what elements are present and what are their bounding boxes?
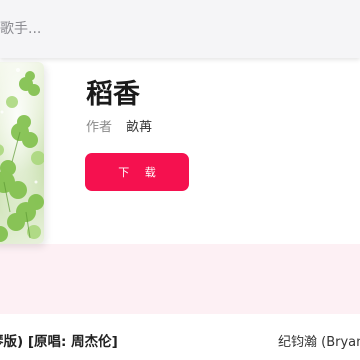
song-detail-page: 歌手... 稻香 作者 畝苒 下 载 琴版) [原唱: 周杰伦] 纪钧瀚 (Br… — [0, 0, 360, 360]
search-placeholder: 歌手... — [0, 21, 42, 37]
list-item-title: 琴版) [原唱: 周杰伦] — [0, 334, 118, 350]
list-item-artist: 纪钧瀚 (Bryan — [278, 335, 360, 350]
list-item[interactable]: 琴版) [原唱: 周杰伦] 纪钧瀚 (Bryan — [0, 322, 360, 360]
search-bar[interactable]: 歌手... — [0, 0, 360, 58]
song-title: 稻香 — [86, 79, 140, 110]
album-cover — [0, 62, 44, 244]
lyrics-panel — [0, 244, 360, 314]
author-name[interactable]: 畝苒 — [126, 120, 152, 135]
author-label: 作者 — [86, 120, 113, 135]
download-button[interactable]: 下 载 — [85, 153, 189, 191]
author-row: 作者 畝苒 — [86, 116, 152, 135]
album-cover-art — [0, 62, 44, 244]
